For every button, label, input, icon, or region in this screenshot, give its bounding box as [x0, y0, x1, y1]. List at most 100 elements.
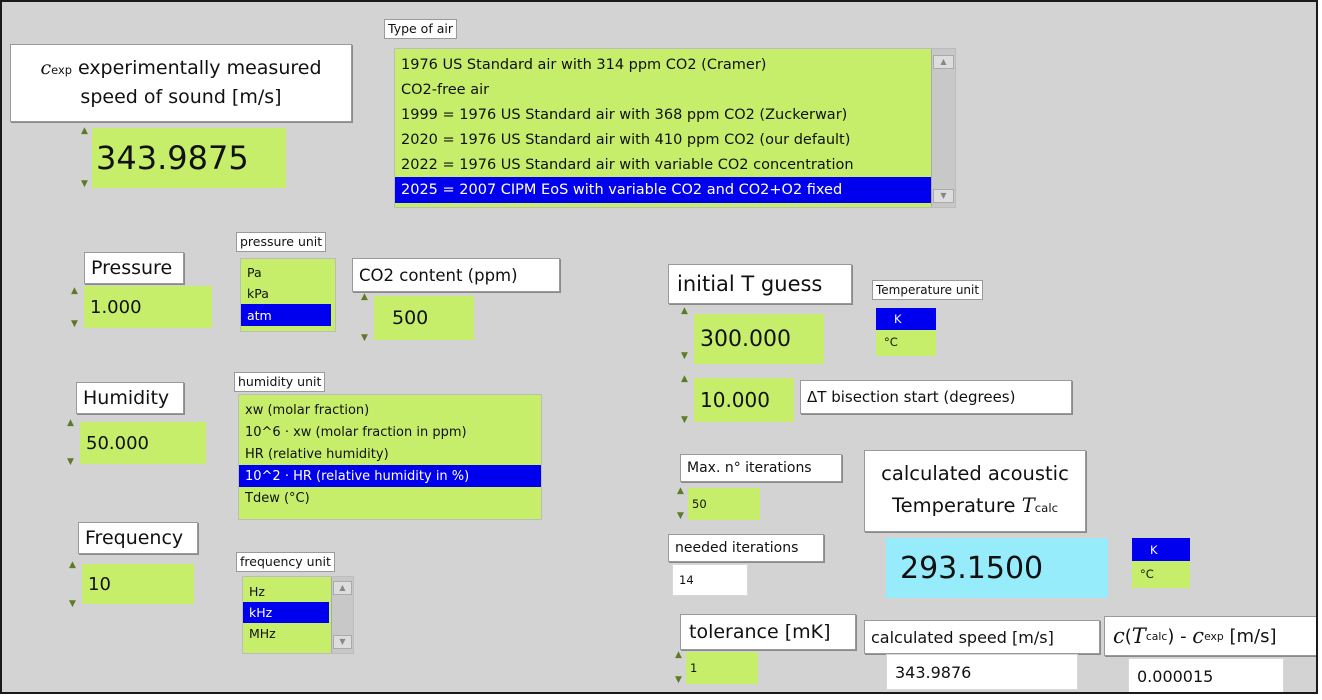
scroll-down-icon[interactable]: ▼ [933, 189, 954, 203]
pressure-unit-caption: pressure unit [236, 232, 327, 252]
humidity-unit-option[interactable]: Tdew (°C) [239, 487, 541, 509]
increment-arrow-icon[interactable]: ▲ [79, 126, 90, 137]
frequency-unit-caption: frequency unit [236, 552, 335, 572]
speed-difference-label: c(Tcalc) - c exp [m/s] [1104, 616, 1316, 656]
decrement-arrow-icon[interactable]: ▼ [359, 333, 370, 344]
frequency-unit-option[interactable]: MHz [243, 623, 329, 643]
frequency-spinner[interactable]: ▲ ▼ [66, 560, 80, 610]
diff-minus: - [1174, 625, 1193, 647]
humidity-unit-listbox[interactable]: xw (molar fraction) 10^6 · xw (molar fra… [238, 394, 542, 520]
air-type-option[interactable]: 2022 = 1976 US Standard air with variabl… [395, 152, 955, 177]
diff-c2-symbol: c [1192, 624, 1205, 648]
speed-label-line2: speed of sound [m/s] [80, 86, 282, 108]
humidity-unit-option[interactable]: 10^6 · xw (molar fraction in ppm) [239, 421, 541, 443]
decrement-arrow-icon[interactable]: ▼ [679, 415, 690, 426]
decrement-arrow-icon[interactable]: ▼ [65, 457, 76, 468]
diff-unit: [m/s] [1223, 625, 1277, 647]
humidity-unit-caption: humidity unit [234, 372, 326, 392]
dt-bisection-spinner[interactable]: ▲ ▼ [678, 374, 692, 426]
air-type-option[interactable]: 2020 = 1976 US Standard air with 410 ppm… [395, 127, 955, 152]
calculated-temperature-label-line2: Temperature [891, 494, 1022, 517]
scroll-down-icon[interactable]: ▼ [333, 635, 352, 649]
humidity-unit-option[interactable]: xw (molar fraction) [239, 399, 541, 421]
calculated-temperature-indicator: 293.1500 [886, 538, 1108, 598]
calc-temperature-unit-option[interactable]: °C [1132, 562, 1190, 586]
temperature-unit-option[interactable]: °C [876, 331, 936, 353]
tolerance-input[interactable]: 1 [686, 652, 758, 684]
pressure-unit-option[interactable]: kPa [241, 283, 335, 303]
air-type-option[interactable]: 1976 US Standard air with 314 ppm CO2 (C… [395, 52, 955, 77]
frequency-unit-scrollbar[interactable]: ▲ ▼ [331, 577, 353, 653]
increment-arrow-icon[interactable]: ▲ [69, 286, 80, 297]
front-panel: cexp experimentally measured speed of so… [0, 0, 1318, 694]
max-iterations-spinner[interactable]: ▲ ▼ [674, 486, 688, 522]
calc-temperature-unit-option-selected[interactable]: K [1132, 538, 1190, 561]
frequency-unit-option-selected[interactable]: kHz [243, 602, 329, 623]
max-iterations-label: Max. n° iterations [680, 454, 842, 482]
speed-input[interactable]: 343.9875 [92, 128, 286, 188]
humidity-input[interactable]: 50.000 [80, 422, 206, 464]
speed-label-line1: experimentally measured [71, 57, 322, 79]
co2-content-label: CO2 content (ppm) [352, 258, 560, 292]
scroll-up-icon[interactable]: ▲ [333, 581, 352, 595]
speed-symbol: c [40, 57, 52, 79]
co2-spinner[interactable]: ▲ ▼ [358, 292, 372, 344]
speed-symbol-subscript: exp [51, 63, 72, 77]
pressure-unit-option[interactable]: Pa [241, 262, 335, 282]
dt-bisection-input[interactable]: 10.000 [694, 378, 794, 422]
needed-iterations-indicator: 14 [672, 564, 748, 596]
increment-arrow-icon[interactable]: ▲ [675, 486, 686, 497]
air-type-scrollbar[interactable]: ▲ ▼ [931, 49, 955, 207]
calculated-temperature-label: calculated acoustic Temperature Tcalc [864, 450, 1086, 532]
pressure-unit-listbox[interactable]: Pa kPa atm [240, 258, 336, 332]
increment-arrow-icon[interactable]: ▲ [679, 374, 690, 385]
frequency-label: Frequency [78, 522, 198, 554]
speed-spinner[interactable]: ▲ ▼ [78, 126, 92, 190]
pressure-unit-option-selected[interactable]: atm [241, 304, 331, 326]
temperature-symbol: T [1021, 494, 1035, 517]
decrement-arrow-icon[interactable]: ▼ [679, 351, 690, 362]
increment-arrow-icon[interactable]: ▲ [673, 650, 684, 661]
frequency-input[interactable]: 10 [82, 564, 194, 604]
increment-arrow-icon[interactable]: ▲ [679, 306, 690, 317]
air-type-option[interactable]: 1999 = 1976 US Standard air with 368 ppm… [395, 102, 955, 127]
pressure-spinner[interactable]: ▲ ▼ [68, 286, 82, 330]
decrement-arrow-icon[interactable]: ▼ [69, 319, 80, 330]
initial-t-spinner[interactable]: ▲ ▼ [678, 306, 692, 362]
calculated-speed-label: calculated speed [m/s] [864, 620, 1100, 654]
diff-c-symbol: c [1113, 624, 1125, 648]
increment-arrow-icon[interactable]: ▲ [67, 560, 78, 571]
air-type-option[interactable]: CO2-free air [395, 77, 955, 102]
pressure-input[interactable]: 1.000 [84, 286, 212, 328]
diff-c2-subscript: exp [1204, 629, 1224, 643]
decrement-arrow-icon[interactable]: ▼ [79, 179, 90, 190]
air-type-option-selected[interactable]: 2025 = 2007 CIPM EoS with variable CO2 a… [395, 177, 931, 203]
temperature-unit-option-selected[interactable]: K [876, 308, 936, 330]
scroll-up-icon[interactable]: ▲ [933, 55, 954, 69]
increment-arrow-icon[interactable]: ▲ [359, 292, 370, 303]
initial-t-guess-label: initial T guess [668, 264, 852, 304]
tolerance-spinner[interactable]: ▲ ▼ [672, 650, 686, 686]
frequency-unit-listbox[interactable]: Hz kHz MHz ▲ ▼ [242, 576, 354, 654]
decrement-arrow-icon[interactable]: ▼ [675, 511, 686, 522]
diff-t-subscript: calc [1145, 629, 1168, 643]
initial-t-input[interactable]: 300.000 [694, 314, 824, 364]
humidity-unit-option-selected[interactable]: 10^2 · HR (relative humidity in %) [239, 465, 541, 487]
max-iterations-input[interactable]: 50 [688, 488, 760, 520]
temperature-unit-listbox[interactable]: K °C [876, 308, 936, 356]
temperature-unit-caption: Temperature unit [872, 280, 984, 300]
temperature-symbol-subscript: calc [1034, 501, 1058, 515]
co2-content-input[interactable]: 500 [374, 296, 474, 340]
tolerance-label: tolerance [mK] [680, 614, 856, 650]
air-type-listbox[interactable]: 1976 US Standard air with 314 ppm CO2 (C… [394, 48, 956, 208]
humidity-label: Humidity [76, 382, 184, 414]
humidity-unit-option[interactable]: HR (relative humidity) [239, 443, 541, 465]
increment-arrow-icon[interactable]: ▲ [65, 418, 76, 429]
humidity-spinner[interactable]: ▲ ▼ [64, 418, 78, 468]
decrement-arrow-icon[interactable]: ▼ [67, 599, 78, 610]
air-type-caption: Type of air [384, 19, 457, 39]
diff-t-symbol: T [1131, 624, 1146, 648]
frequency-unit-option[interactable]: Hz [243, 581, 329, 601]
decrement-arrow-icon[interactable]: ▼ [673, 675, 684, 686]
calc-temperature-unit-listbox[interactable]: K °C [1132, 538, 1190, 588]
